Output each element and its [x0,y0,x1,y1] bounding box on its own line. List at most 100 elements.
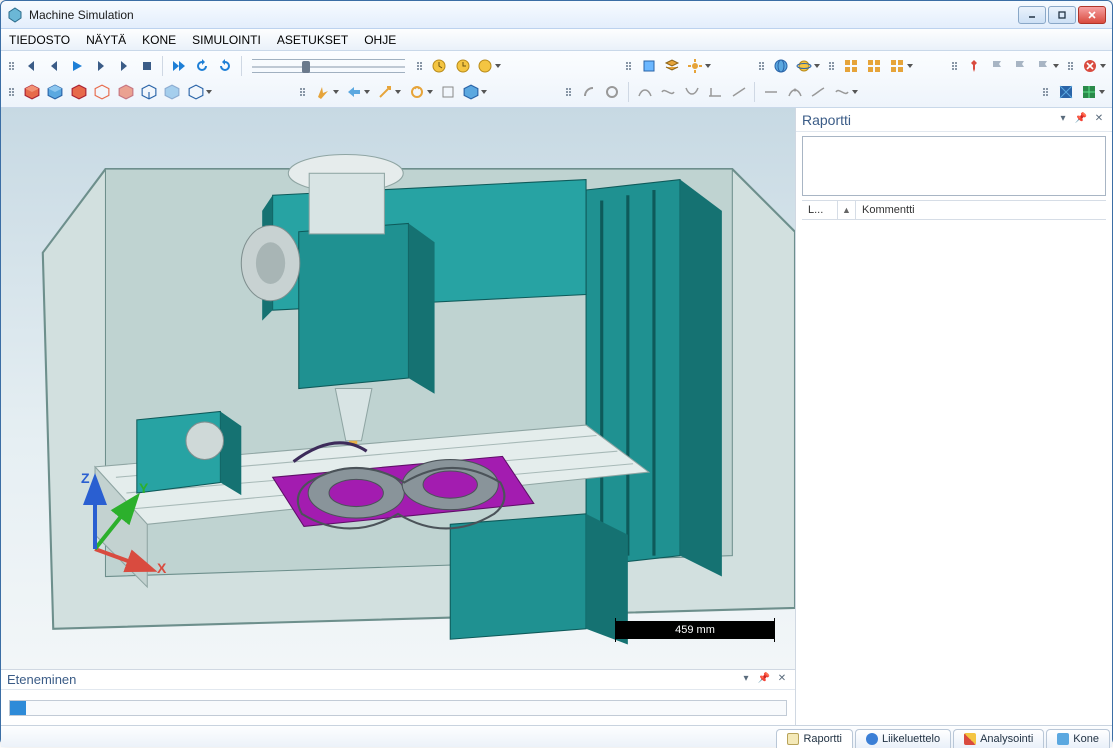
arrow-tool-1[interactable] [312,81,341,103]
globe-ring-button[interactable] [794,55,823,77]
clock-button-1[interactable] [429,55,450,77]
toolbar-grip[interactable] [9,56,15,76]
menu-nayta[interactable]: NÄYTÄ [86,33,126,47]
texture-btn-1[interactable] [1055,81,1076,103]
report-text-box[interactable] [802,136,1106,196]
panel-pin-icon[interactable]: 📌 [757,673,771,687]
minimize-button[interactable] [1018,6,1046,24]
loop-ccw-button[interactable] [191,55,212,77]
curve-tool-8[interactable] [807,81,828,103]
movelist-icon [866,733,878,745]
curve-tool-5[interactable] [728,81,749,103]
axis-gizmo: X Y Z [65,469,175,579]
toolbar-grip[interactable] [626,56,632,76]
panel-pin-icon[interactable]: 📌 [1074,113,1088,127]
panel-close-icon[interactable]: ✕ [1092,113,1106,127]
menu-tiedosto[interactable]: TIEDOSTO [9,33,70,47]
titlebar: Machine Simulation [1,1,1112,29]
report-icon [787,733,799,745]
menu-simulointi[interactable]: SIMULOINTI [192,33,261,47]
report-col-l[interactable]: L... [802,201,838,219]
shape-tool-2[interactable] [602,81,623,103]
machine-icon [1057,733,1069,745]
cube-mode-6[interactable] [138,81,159,103]
toolbar-grip[interactable] [566,82,572,102]
fast-forward-button[interactable] [168,55,189,77]
speed-slider[interactable] [252,59,405,73]
app-icon [7,7,23,23]
curve-tool-1[interactable] [634,81,655,103]
curve-tool-9[interactable] [831,81,860,103]
toolbar-grip[interactable] [1068,56,1074,76]
toolbar-grip[interactable] [300,82,306,102]
svg-text:X: X [157,560,167,576]
curve-tool-6[interactable] [760,81,781,103]
curve-tool-2[interactable] [658,81,679,103]
toolbar-grip[interactable] [829,56,835,76]
loop-cw-button[interactable] [214,55,235,77]
flag-dropdown[interactable] [1033,55,1062,77]
3d-viewport[interactable]: X Y Z 459 mm [1,108,795,669]
cube-mode-4[interactable] [91,81,112,103]
cube-mode-1[interactable] [21,81,42,103]
curve-tool-4[interactable] [704,81,725,103]
cube-dropdown[interactable] [461,81,490,103]
cube-mode-3[interactable] [68,81,89,103]
cube-mode-7[interactable] [162,81,183,103]
cube-mode-8[interactable] [185,81,214,103]
globe-button[interactable] [771,55,792,77]
panel-menu-icon[interactable]: ▾ [1056,113,1070,127]
toolbar-grip[interactable] [759,56,765,76]
tab-raportti[interactable]: Raportti [776,729,853,748]
report-col-sort-icon[interactable]: ▲ [838,201,856,219]
stop-button[interactable] [136,55,157,77]
toolbar-grip[interactable] [417,56,423,76]
bottom-tab-bar: Raportti Liikeluettelo Analysointi Kone [1,725,1112,747]
pin-button[interactable] [964,55,985,77]
menu-ohje[interactable]: OHJE [364,33,396,47]
grid-btn-2[interactable] [863,55,884,77]
clock-button-2[interactable] [452,55,473,77]
cube-mode-5[interactable] [115,81,136,103]
tab-kone[interactable]: Kone [1046,729,1110,748]
tab-liikeluettelo[interactable]: Liikeluettelo [855,729,951,748]
tab-analysointi[interactable]: Analysointi [953,729,1044,748]
panel-menu-icon[interactable]: ▾ [739,673,753,687]
flag-button-1[interactable] [987,55,1008,77]
report-col-kommentti[interactable]: Kommentti [856,201,1106,219]
grid-btn-3[interactable] [887,55,916,77]
step-back-button[interactable] [44,55,65,77]
step-forward-button[interactable] [90,55,111,77]
close-button[interactable] [1078,6,1106,24]
menu-asetukset[interactable]: ASETUKSET [277,33,348,47]
report-column-headers[interactable]: L... ▲ Kommentti [802,200,1106,220]
report-list [796,220,1112,725]
goto-start-button[interactable] [21,55,42,77]
error-button[interactable] [1079,55,1108,77]
view-iso-button[interactable] [638,55,659,77]
curve-tool-3[interactable] [681,81,702,103]
shape-tool-1[interactable] [578,81,599,103]
arrow-tool-2[interactable] [344,81,373,103]
arrow-tool-3[interactable] [375,81,404,103]
clock-button-3[interactable] [475,55,504,77]
cube-mode-2[interactable] [44,81,65,103]
layers-button[interactable] [661,55,682,77]
texture-btn-2[interactable] [1079,81,1108,103]
toolbar-grip[interactable] [1043,82,1049,102]
toolbar-grip[interactable] [952,56,958,76]
progress-slider[interactable] [9,700,787,716]
play-button[interactable] [67,55,88,77]
menu-kone[interactable]: KONE [142,33,176,47]
toolbar-grip[interactable] [9,82,15,102]
misc-tool-1[interactable] [437,81,458,103]
menubar: TIEDOSTO NÄYTÄ KONE SIMULOINTI ASETUKSET… [1,29,1112,51]
goto-end-button[interactable] [113,55,134,77]
arrow-tool-4[interactable] [406,81,435,103]
flag-button-2[interactable] [1010,55,1031,77]
gear-button[interactable] [684,55,713,77]
curve-tool-7[interactable] [784,81,805,103]
maximize-button[interactable] [1048,6,1076,24]
panel-close-icon[interactable]: ✕ [775,673,789,687]
grid-btn-1[interactable] [840,55,861,77]
